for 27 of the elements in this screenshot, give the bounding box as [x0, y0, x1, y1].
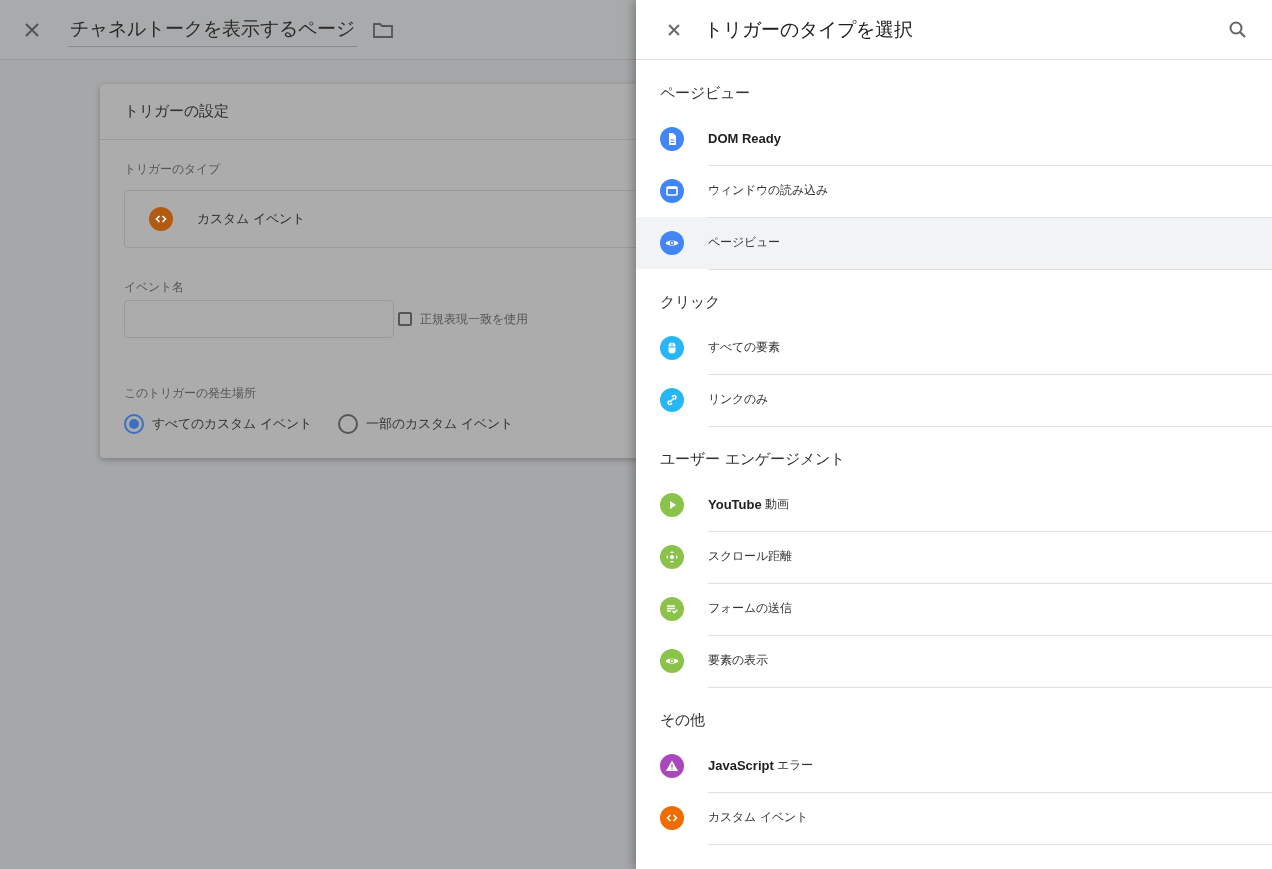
code-icon: [149, 207, 173, 231]
section-heading: クリック: [660, 293, 720, 311]
trigger-type-item[interactable]: JavaScript エラー: [636, 740, 1272, 792]
field-label: このトリガーの発生場所: [124, 386, 256, 400]
trigger-type-item[interactable]: リンクのみ: [636, 374, 1272, 426]
trigger-type-item[interactable]: YouTube 動画: [636, 479, 1272, 531]
page-title-field[interactable]: チャネルトークを表示するページ: [68, 12, 357, 47]
trigger-type-item[interactable]: フォームの送信: [636, 583, 1272, 635]
radio-button[interactable]: [124, 414, 144, 434]
field-label: イベント名: [124, 280, 184, 294]
trigger-type-item[interactable]: すべての要素: [636, 322, 1272, 374]
trigger-type-item[interactable]: 要素の表示: [636, 635, 1272, 687]
drawer-title: トリガーのタイプを選択: [704, 16, 914, 42]
section-heading: ページビュー: [660, 84, 750, 102]
radio-label[interactable]: すべてのカスタム イベント: [152, 414, 313, 434]
section-heading: その他: [660, 711, 705, 729]
trigger-type-item[interactable]: スクロール距離: [636, 531, 1272, 583]
trigger-type-item[interactable]: DOM Ready: [636, 113, 1272, 165]
radio-label[interactable]: 一部のカスタム イベント: [366, 414, 514, 434]
field-label: トリガーのタイプ: [124, 162, 220, 176]
card-title: トリガーの設定: [124, 102, 229, 121]
regex-checkbox[interactable]: [398, 312, 412, 326]
trigger-type-item[interactable]: カスタム イベント: [636, 792, 1272, 844]
trigger-type-item[interactable]: ページビュー: [636, 217, 1272, 269]
checkbox-label: 正規表現一致を使用: [420, 310, 528, 328]
section-heading: ユーザー エンゲージメント: [660, 450, 845, 468]
radio-button[interactable]: [338, 414, 359, 434]
